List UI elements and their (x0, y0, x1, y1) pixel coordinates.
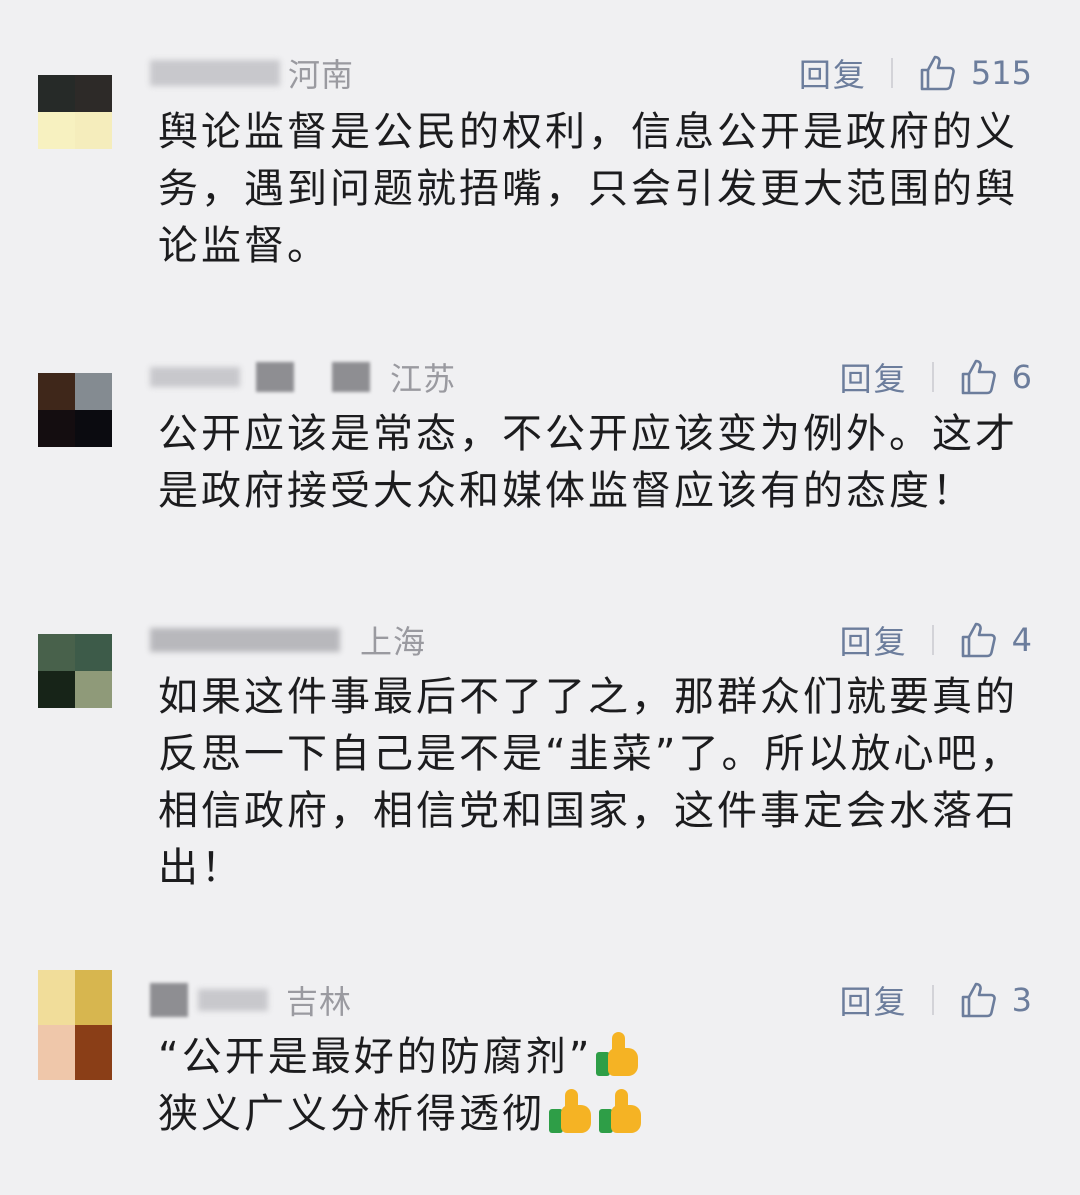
avatar-pixel (75, 634, 112, 671)
comment-actions: 回复 515 (799, 50, 1032, 96)
avatar-pixel (75, 970, 112, 1025)
divider (890, 58, 893, 88)
like-button[interactable]: 6 (958, 357, 1032, 397)
username-redacted (332, 362, 370, 392)
username-redacted[interactable] (150, 60, 280, 86)
avatar-pixel (38, 112, 75, 149)
divider (931, 362, 934, 392)
avatar-pixel (38, 410, 75, 447)
like-count: 515 (970, 54, 1032, 92)
avatar[interactable] (38, 373, 112, 447)
comment-text: “公开是最好的防腐剂” 狭义广义分析得透彻 (158, 1029, 1028, 1143)
reply-button[interactable]: 回复 (840, 617, 908, 663)
like-button[interactable]: 4 (958, 620, 1032, 660)
comment-actions: 回复 6 (840, 354, 1032, 400)
location-label: 上海 (360, 623, 427, 661)
username-row: 上海 (150, 620, 427, 661)
thumbs-up-emoji-icon (597, 1087, 645, 1135)
avatar[interactable] (38, 634, 112, 708)
comment-actions: 回复 3 (840, 977, 1032, 1023)
thumbs-up-emoji-icon (547, 1087, 595, 1135)
reply-button[interactable]: 回复 (840, 977, 908, 1023)
avatar-pixel (38, 1025, 75, 1080)
location-label: 河南 (288, 56, 355, 94)
comment-text-quote: “公开是最好的防腐剂” (158, 1034, 593, 1080)
comment-text-remark: 狭义广义分析得透彻 (158, 1091, 545, 1137)
avatar-pixel (75, 112, 112, 149)
thumbs-up-icon (961, 622, 996, 658)
comment-actions: 回复 4 (840, 617, 1032, 663)
username-redacted (198, 989, 268, 1011)
avatar[interactable] (38, 970, 112, 1080)
thumbs-up-icon (961, 982, 996, 1018)
username-row: 江苏 (150, 357, 457, 398)
comment-text: 舆论监督是公民的权利，信息公开是政府的义 务，遇到问题就捂嘴，只会引发更大范围的… (158, 109, 1018, 269)
comment-text-line: “公开是最好的防腐剂” (158, 1029, 1028, 1086)
avatar-pixel (75, 410, 112, 447)
avatar-pixel (75, 75, 112, 112)
like-count: 6 (1011, 358, 1032, 396)
username-redacted[interactable] (150, 983, 188, 1017)
avatar-pixel (38, 671, 75, 708)
divider (931, 625, 934, 655)
like-button[interactable]: 3 (958, 980, 1032, 1020)
avatar[interactable] (38, 75, 112, 149)
avatar-pixel (38, 373, 75, 410)
location-label: 江苏 (390, 360, 457, 398)
reply-button[interactable]: 回复 (799, 50, 867, 96)
like-count: 4 (1011, 621, 1032, 659)
username-row: 吉林 (150, 980, 353, 1021)
thumbs-up-icon (961, 359, 996, 395)
thumbs-up-icon (920, 55, 955, 91)
comment-text: 如果这件事最后不了了之，那群众们就要真的 反思一下自己是不是“韭菜”了。所以放心… (158, 674, 1023, 891)
avatar-pixel (75, 373, 112, 410)
reply-button[interactable]: 回复 (840, 354, 908, 400)
thumbs-up-emoji-icon (594, 1030, 642, 1078)
avatar-pixel (38, 634, 75, 671)
like-button[interactable]: 515 (917, 53, 1032, 93)
comment-text-line: 狭义广义分析得透彻 (158, 1086, 1028, 1143)
username-redacted[interactable] (150, 628, 340, 652)
avatar-pixel (38, 75, 75, 112)
divider (931, 985, 934, 1015)
location-label: 吉林 (286, 983, 353, 1021)
avatar-pixel (75, 671, 112, 708)
like-count: 3 (1011, 981, 1032, 1019)
username-redacted (256, 362, 294, 392)
avatar-pixel (38, 970, 75, 1025)
username-row: 河南 (150, 53, 355, 94)
username-redacted[interactable] (150, 367, 240, 387)
avatar-pixel (75, 1025, 112, 1080)
comment-text: 公开应该是常态，不公开应该变为例外。这才 是政府接受大众和媒体监督应该有的态度！ (158, 411, 1018, 514)
